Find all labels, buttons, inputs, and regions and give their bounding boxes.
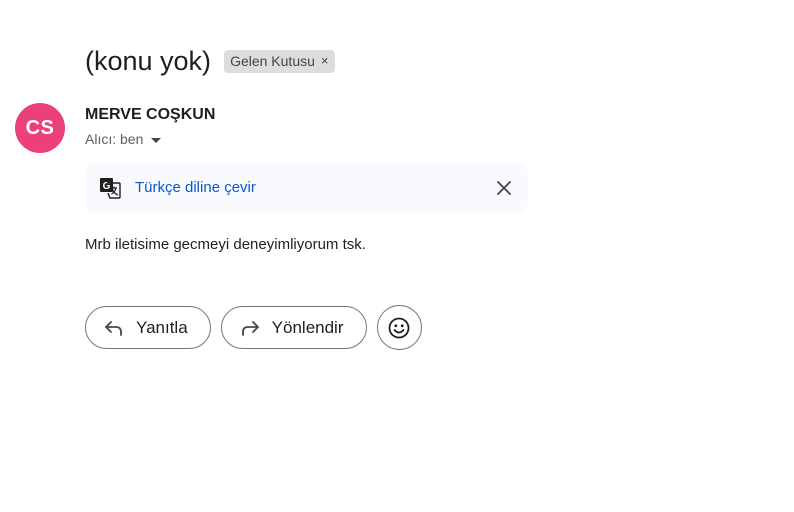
reply-button[interactable]: Yanıtla — [85, 306, 211, 349]
reply-icon — [105, 320, 122, 336]
translate-icon: G — [100, 178, 121, 199]
sender-avatar[interactable]: CS — [15, 103, 65, 153]
remove-label-icon[interactable]: × — [321, 53, 329, 68]
recipient-text: Alıcı: ben — [85, 131, 144, 147]
inbox-label-chip[interactable]: Gelen Kutusu × — [224, 49, 335, 73]
inbox-label-text: Gelen Kutusu — [230, 52, 315, 69]
recipient-details-toggle[interactable]: Alıcı: ben — [85, 131, 162, 147]
reply-actions: Yanıtla Yönlendir — [85, 305, 422, 350]
avatar-initials: CS — [25, 116, 55, 139]
reply-label: Yanıtla — [136, 317, 188, 337]
email-view: (konu yok) Gelen Kutusu × CS MERVE COŞKU… — [0, 0, 794, 512]
sender-name: MERVE COŞKUN — [85, 106, 216, 123]
translate-link[interactable]: Türkçe diline çevir — [135, 179, 256, 196]
subject-row: (konu yok) Gelen Kutusu × — [85, 44, 335, 78]
forward-label: Yönlendir — [271, 317, 344, 337]
caret-down-icon — [151, 137, 162, 143]
translate-bar: G Türkçe diline çevir — [85, 163, 528, 213]
emoji-icon — [388, 317, 410, 338]
email-subject: (konu yok) — [85, 46, 212, 76]
emoji-reaction-button[interactable] — [376, 305, 422, 350]
forward-icon — [241, 320, 259, 336]
close-icon[interactable] — [496, 180, 512, 196]
email-body: Mrb iletisime gecmeyi deneyimliyorum tsk… — [85, 236, 366, 253]
forward-button[interactable]: Yönlendir — [220, 306, 367, 349]
